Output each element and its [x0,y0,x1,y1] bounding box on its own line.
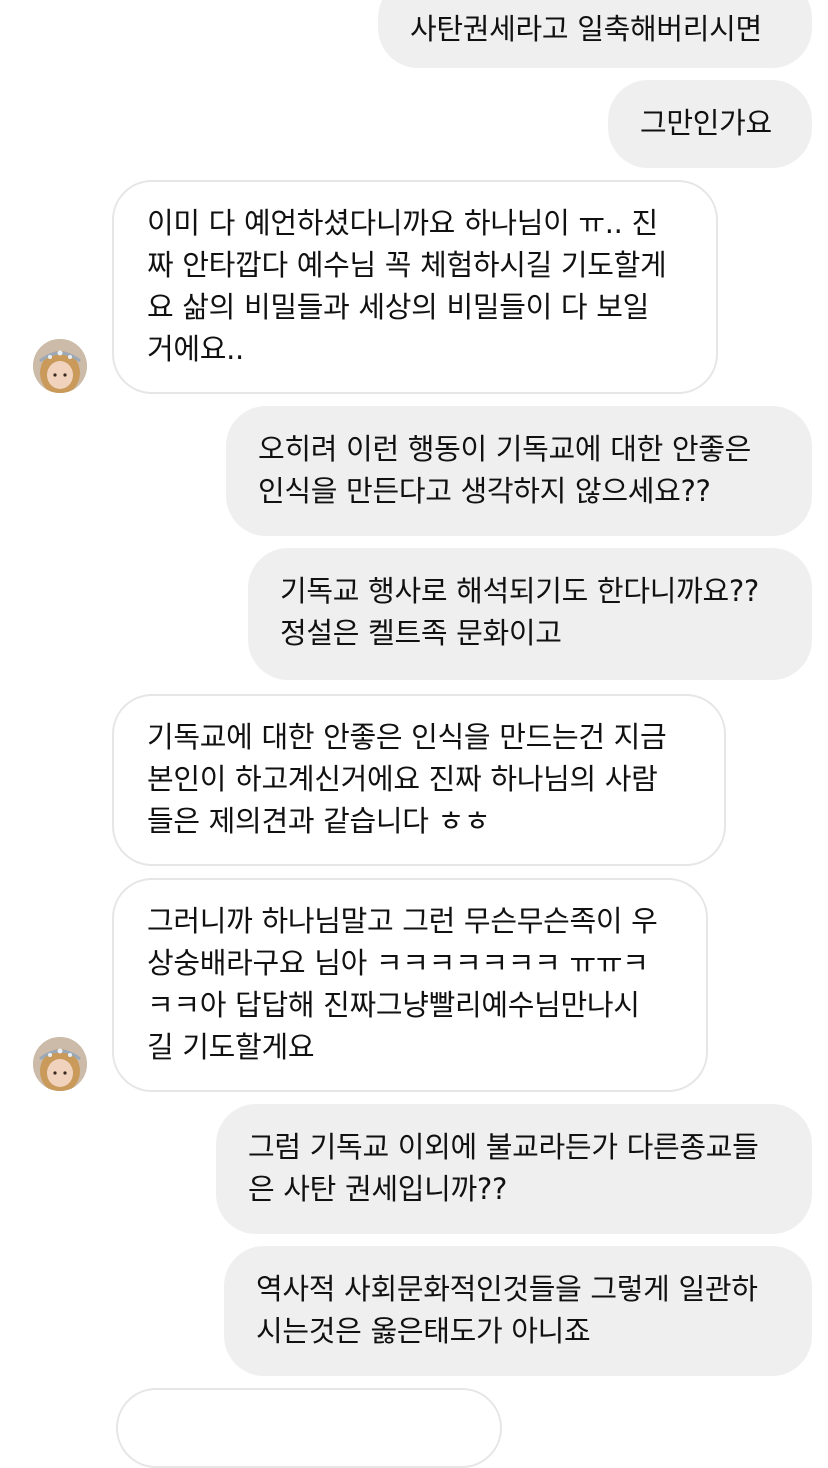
message-received[interactable]: 기독교에 대한 안좋은 인식을 만드는건 지금 본인이 하고계신거에요 진짜 하… [112,694,726,866]
message-sent[interactable]: 그만인가요 [608,80,812,168]
profile-photo-avatar[interactable] [33,1037,87,1091]
message-sent[interactable]: 오히려 이런 행동이 기독교에 대한 안좋은 인식을 만든다고 생각하지 않으세… [226,406,812,536]
message-received[interactable]: 그러니까 하나님말고 그런 무슨무슨족이 우 상숭배라구요 님아 ㅋㅋㅋㅋㅋㅋㅋ… [112,878,708,1092]
message-sent[interactable]: 그럼 기독교 이외에 불교라든가 다른종교들 은 사탄 권세입니까?? [216,1104,812,1234]
message-sent[interactable]: 사탄권세라고 일축해버리시면 [378,0,812,68]
profile-photo-icon [33,339,87,393]
profile-photo-icon [33,1037,87,1091]
message-received-partial[interactable] [116,1388,502,1468]
message-received[interactable]: 이미 다 예언하셨다니까요 하나님이 ㅠ.. 진 짜 안타깝다 예수님 꼭 체험… [112,180,718,394]
profile-photo-avatar[interactable] [33,339,87,393]
message-sent[interactable]: 기독교 행사로 해석되기도 한다니까요?? 정설은 켈트족 문화이고 [248,548,812,680]
message-sent[interactable]: 역사적 사회문화적인것들을 그렇게 일관하 시는것은 옳은태도가 아니죠 [224,1246,812,1376]
